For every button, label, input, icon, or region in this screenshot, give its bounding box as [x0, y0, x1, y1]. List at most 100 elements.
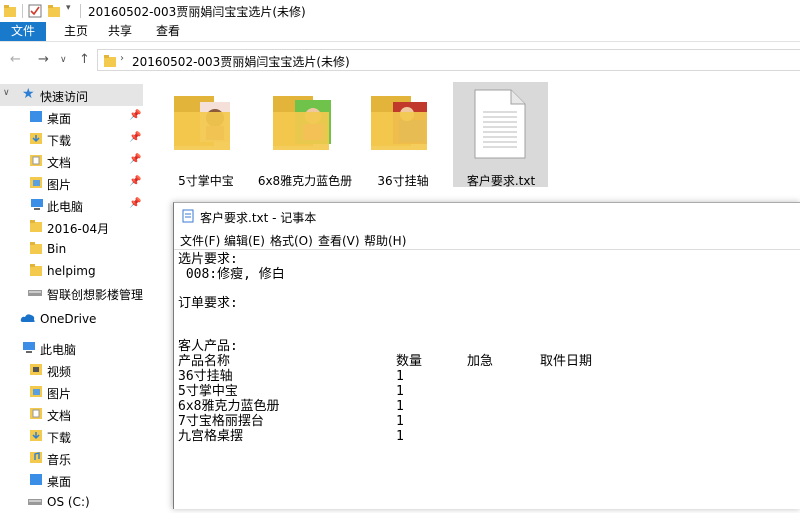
sidebar-item-2016-04[interactable]: 2016-04月 — [0, 216, 143, 238]
pin-icon[interactable]: 📌 — [129, 176, 141, 187]
sidebar-item-downloads[interactable]: 下载 📌 — [0, 128, 143, 150]
sidebar-item-label: 视频 — [47, 365, 72, 379]
divider — [22, 4, 23, 18]
file-item-folder[interactable]: 6x8雅克力蓝色册 — [258, 82, 352, 188]
sidebar-item-label: 图片 — [47, 387, 72, 401]
notepad-title-bar[interactable]: 客户要求.txt - 记事本 — [174, 203, 800, 229]
sidebar-item-label: 下载 — [47, 134, 72, 148]
properties-checkbox-icon[interactable] — [28, 4, 42, 18]
onedrive-cloud-icon — [20, 314, 35, 322]
notepad-icon — [182, 209, 194, 223]
sidebar-item-onedrive[interactable]: OneDrive — [0, 308, 143, 330]
music-folder-icon — [30, 452, 42, 463]
sidebar-item-os-drive[interactable]: OS (C:) — [0, 491, 143, 513]
table-cell: 1 — [396, 429, 404, 444]
star-icon: ★ — [22, 86, 35, 102]
tab-file[interactable]: 文件 — [0, 22, 46, 41]
sidebar-item-label: Bin — [47, 242, 67, 256]
documents-folder-icon — [30, 155, 42, 166]
sidebar-item-bin[interactable]: Bin — [0, 238, 143, 260]
text-line: 008:修瘦, 修白 — [178, 267, 285, 282]
sidebar-item-label: 文档 — [47, 156, 72, 170]
folder-icon — [30, 220, 42, 232]
tab-view[interactable]: 查看 — [148, 22, 188, 41]
notepad-title: 客户要求.txt - 记事本 — [200, 211, 317, 225]
file-item-text-selected[interactable]: 客户要求.txt — [453, 82, 548, 188]
pin-icon[interactable]: 📌 — [129, 110, 141, 121]
ribbon-tabs: 文件 主页 共享 查看 — [0, 22, 800, 42]
photo-folder-icon — [174, 96, 230, 150]
sidebar-item-this-pc-pinned[interactable]: 此电脑 📌 — [0, 194, 143, 216]
table-cell: 1 — [396, 399, 404, 414]
breadcrumb-chevron-icon[interactable]: › — [120, 53, 124, 64]
desktop-folder-icon — [30, 111, 42, 122]
menu-help[interactable]: 帮助(H) — [364, 232, 406, 249]
notepad-window[interactable]: 客户要求.txt - 记事本 文件(F) 编辑(E) 格式(O) 查看(V) 帮… — [173, 202, 800, 509]
sidebar-item-documents-pc[interactable]: 文档 — [0, 403, 143, 425]
window-title: 20160502-003贾丽娟闫宝宝选片(未修) — [88, 5, 306, 19]
sidebar-item-label: 音乐 — [47, 453, 72, 467]
folder-icon — [30, 242, 42, 254]
sidebar-item-pictures-pc[interactable]: 图片 — [0, 381, 143, 403]
sidebar-item-documents[interactable]: 文档 📌 — [0, 150, 143, 172]
menu-file[interactable]: 文件(F) — [180, 232, 220, 249]
recent-locations-chevron-icon[interactable]: ∨ — [60, 55, 67, 65]
photo-folder-icon — [371, 96, 427, 150]
text-file-icon — [474, 89, 526, 159]
navigation-bar: ← → ∨ ↑ › 20160502-003贾丽娟闫宝宝选片(未修) — [0, 46, 800, 74]
sidebar-item-music[interactable]: 音乐 — [0, 447, 143, 469]
expand-chevron-icon[interactable]: ∨ — [3, 88, 10, 98]
sidebar-item-downloads-pc[interactable]: 下载 — [0, 425, 143, 447]
customize-toolbar-icon[interactable]: ▾ — [66, 3, 71, 13]
text-line: 选片要求: — [178, 252, 238, 267]
sidebar-item-pictures[interactable]: 图片 📌 — [0, 172, 143, 194]
breadcrumb-path[interactable]: 20160502-003贾丽娟闫宝宝选片(未修) — [132, 53, 350, 70]
back-arrow-icon[interactable]: ← — [10, 52, 21, 67]
file-name: 客户要求.txt — [466, 174, 536, 188]
sidebar-item-label: helpimg — [47, 264, 96, 278]
folder-icon — [30, 264, 42, 276]
drive-icon — [28, 499, 42, 505]
sidebar-item-videos[interactable]: 视频 — [0, 359, 143, 381]
tab-share[interactable]: 共享 — [100, 22, 140, 41]
address-bar[interactable]: › 20160502-003贾丽娟闫宝宝选片(未修) — [97, 49, 800, 71]
sidebar-item-this-pc[interactable]: 此电脑 — [0, 337, 143, 359]
table-cell: 7寸宝格丽摆台 — [178, 414, 264, 429]
up-arrow-icon[interactable]: ↑ — [79, 52, 90, 67]
sidebar-item-quick-access[interactable]: ∨ ★ 快速访问 — [0, 84, 143, 106]
forward-arrow-icon[interactable]: → — [38, 52, 49, 67]
menu-view[interactable]: 查看(V) — [318, 232, 360, 249]
folder-icon — [104, 55, 116, 67]
sidebar-item-label: 文档 — [47, 409, 72, 423]
sidebar-item-desktop-pc[interactable]: 桌面 — [0, 469, 143, 491]
sidebar-item-label: 桌面 — [47, 112, 72, 126]
sidebar-item-label: 快速访问 — [40, 90, 89, 104]
table-cell: 5寸掌中宝 — [178, 384, 238, 399]
pin-icon[interactable]: 📌 — [129, 198, 141, 209]
sidebar-item-label: OneDrive — [40, 312, 97, 326]
menu-format[interactable]: 格式(O) — [270, 232, 313, 249]
file-item-folder[interactable]: 5寸掌中宝 — [160, 82, 252, 188]
pin-icon[interactable]: 📌 — [129, 154, 141, 165]
sidebar-item-label: OS (C:) — [47, 495, 90, 509]
desktop-folder-icon — [30, 474, 42, 485]
videos-folder-icon — [30, 364, 42, 375]
text-line: 订单要求: — [178, 296, 238, 311]
divider — [80, 4, 81, 18]
table-header: 加急 — [467, 354, 494, 369]
sidebar-item-desktop[interactable]: 桌面 📌 — [0, 106, 143, 128]
sidebar-item-studio-software[interactable]: 智联创想影楼管理软 — [0, 282, 143, 304]
sidebar-item-label: 智联创想影楼管理软 — [47, 288, 143, 302]
download-folder-icon — [30, 430, 42, 441]
file-item-folder[interactable]: 36寸挂轴 — [357, 82, 449, 188]
sidebar-item-label: 2016-04月 — [47, 222, 110, 236]
tab-home[interactable]: 主页 — [56, 22, 96, 41]
file-name: 6x8雅克力蓝色册 — [257, 174, 353, 188]
pin-icon[interactable]: 📌 — [129, 132, 141, 143]
notepad-text-area[interactable]: 选片要求: 008:修瘦, 修白 订单要求: 客人产品: 产品名称 数量 加急 … — [174, 249, 800, 510]
download-folder-icon — [30, 133, 42, 144]
sidebar-item-helpimg[interactable]: helpimg — [0, 260, 143, 282]
title-bar: ▾ 20160502-003贾丽娟闫宝宝选片(未修) — [0, 0, 800, 22]
menu-edit[interactable]: 编辑(E) — [224, 232, 265, 249]
new-folder-icon[interactable] — [48, 4, 60, 18]
